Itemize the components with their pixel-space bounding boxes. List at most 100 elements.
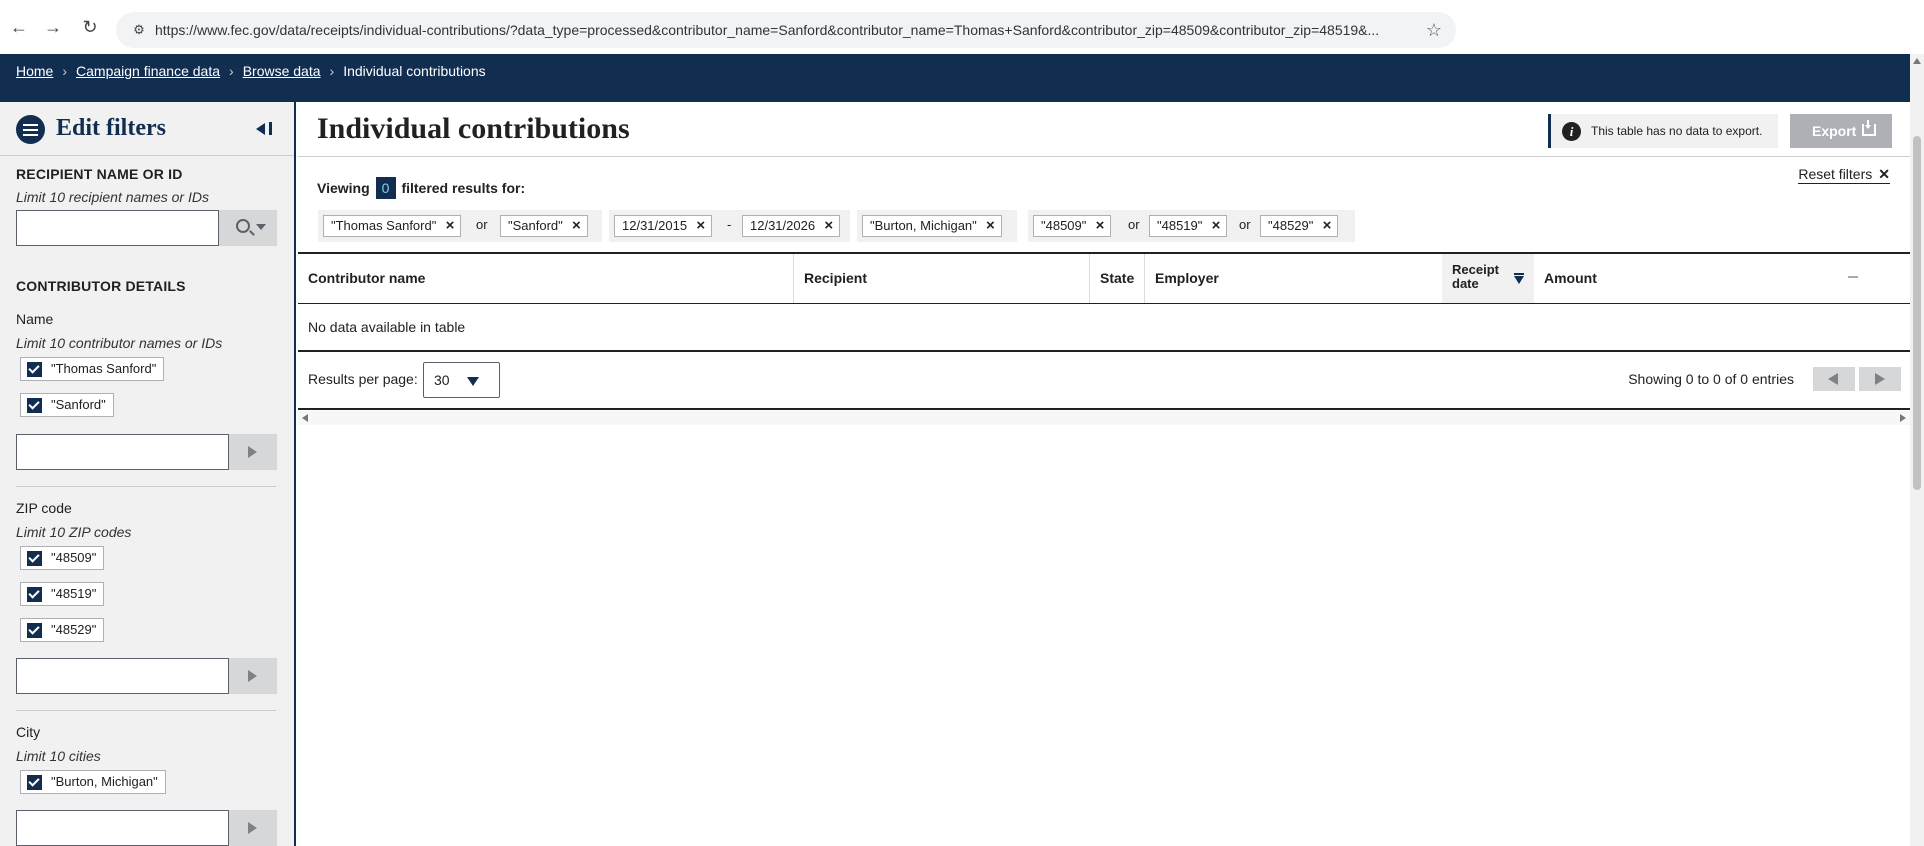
reload-icon[interactable]: ↻	[79, 16, 101, 38]
joiner-dash: -	[727, 217, 732, 232]
zip-code-submit-button[interactable]	[229, 658, 277, 694]
address-bar[interactable]: ⚙ https://www.fec.gov/data/receipts/indi…	[116, 12, 1456, 48]
url-text[interactable]: https://www.fec.gov/data/receipts/indivi…	[155, 22, 1405, 38]
checkbox-zip-48529[interactable]: "48529"	[20, 618, 105, 642]
joiner-or: or	[1128, 217, 1140, 232]
remove-tag-icon[interactable]: ×	[1323, 216, 1332, 236]
contributor-details-heading: CONTRIBUTOR DETAILS	[16, 278, 186, 294]
column-header-state[interactable]: State	[1090, 254, 1144, 303]
remove-tag-icon[interactable]: ×	[446, 216, 455, 236]
checkbox-label: "Sanford"	[51, 397, 106, 412]
filter-tag-label: "48529"	[1268, 218, 1314, 233]
scroll-right-arrow-icon[interactable]	[1900, 414, 1906, 422]
checkbox-checked-icon[interactable]	[27, 551, 42, 566]
breadcrumb-current: Individual contributions	[343, 63, 486, 79]
checkbox-checked-icon[interactable]	[27, 398, 42, 413]
viewing-summary: Viewing 0 filtered results for:	[317, 177, 525, 199]
remove-tag-icon[interactable]: ×	[824, 216, 833, 236]
recipient-search-button[interactable]	[219, 210, 277, 246]
contributor-name-hint: Limit 10 contributor names or IDs	[16, 335, 223, 351]
remove-tag-icon[interactable]: ×	[1096, 216, 1105, 236]
forward-arrow-icon[interactable]: →	[42, 16, 64, 38]
breadcrumb-separator-icon: ›	[62, 63, 68, 79]
info-icon: i	[1562, 122, 1581, 141]
empty-table-message: No data available in table	[308, 319, 466, 335]
recipient-search-input[interactable]	[16, 210, 219, 246]
export-button[interactable]: Export	[1790, 114, 1892, 148]
remove-tag-icon[interactable]: ×	[1212, 216, 1221, 236]
collapse-sidebar-icon[interactable]	[254, 120, 272, 138]
column-header-employer[interactable]: Employer	[1145, 254, 1442, 303]
filter-tag-label: "48519"	[1157, 218, 1203, 233]
collapse-column-icon[interactable]	[1848, 276, 1858, 278]
column-header-label: State	[1100, 270, 1135, 286]
scroll-left-arrow-icon[interactable]	[302, 414, 308, 422]
filter-tag[interactable]: "48509" ×	[1033, 215, 1112, 237]
breadcrumb: Home › Campaign finance data › Browse data › I…	[16, 63, 486, 79]
city-submit-button[interactable]	[229, 810, 277, 846]
column-header-label: Amount	[1544, 270, 1597, 286]
filter-tag-label: "Burton, Michigan"	[870, 218, 977, 233]
back-arrow-icon[interactable]: ←	[8, 16, 30, 38]
filter-tag-label: "Sanford"	[508, 218, 563, 233]
divider	[298, 408, 1910, 410]
page-scrollbar[interactable]	[1910, 54, 1924, 846]
previous-page-button[interactable]	[1813, 367, 1855, 391]
export-message: i This table has no data to export.	[1548, 114, 1778, 148]
remove-tag-icon[interactable]: ×	[696, 216, 705, 236]
joiner-or: or	[476, 217, 488, 232]
city-input[interactable]	[16, 810, 229, 846]
divider	[16, 486, 276, 487]
checkbox-checked-icon[interactable]	[27, 775, 42, 790]
column-header-contributor-name[interactable]: Contributor name	[298, 254, 793, 303]
results-per-page-select[interactable]: 30	[423, 362, 500, 398]
column-header-label: Employer	[1155, 270, 1219, 286]
scrollbar-thumb[interactable]	[1913, 136, 1921, 490]
remove-tag-icon[interactable]: ×	[572, 216, 581, 236]
breadcrumb-home[interactable]: Home	[16, 63, 53, 79]
filter-tag[interactable]: 12/31/2015 ×	[614, 215, 713, 237]
breadcrumb-bar: Home › Campaign finance data › Browse data › I…	[0, 54, 1910, 102]
breadcrumb-browse-data[interactable]: Browse data	[243, 63, 321, 79]
divider	[298, 303, 1910, 304]
remove-tag-icon[interactable]: ×	[986, 216, 995, 236]
column-header-amount[interactable]: Amount	[1534, 254, 1910, 303]
checkbox-sanford[interactable]: "Sanford"	[20, 393, 114, 417]
contributor-name-input[interactable]	[16, 434, 229, 470]
column-header-recipient[interactable]: Recipient	[794, 254, 1089, 303]
next-page-button[interactable]	[1859, 367, 1901, 391]
checkbox-checked-icon[interactable]	[27, 587, 42, 602]
filter-tag-label: "Thomas Sanford"	[331, 218, 437, 233]
column-header-receipt-date[interactable]: Receipt date	[1442, 254, 1534, 303]
filter-tag-label: "48509"	[1041, 218, 1087, 233]
zip-code-label: ZIP code	[16, 500, 72, 516]
search-icon	[236, 219, 250, 233]
checkbox-thomas-sanford[interactable]: "Thomas Sanford"	[20, 357, 165, 381]
checkbox-burton-michigan[interactable]: "Burton, Michigan"	[20, 770, 166, 794]
scroll-up-arrow-icon[interactable]	[1913, 58, 1921, 64]
filter-tag[interactable]: "48519" ×	[1149, 215, 1228, 237]
checkbox-label: "48519"	[51, 586, 97, 601]
breadcrumb-campaign-finance-data[interactable]: Campaign finance data	[76, 63, 220, 79]
filter-icon	[16, 115, 45, 144]
joiner-or: or	[1239, 217, 1251, 232]
filter-tag[interactable]: 12/31/2026 ×	[742, 215, 841, 237]
checkbox-zip-48509[interactable]: "48509"	[20, 546, 105, 570]
bookmark-star-icon[interactable]: ☆	[1426, 20, 1442, 40]
contributor-name-submit-button[interactable]	[229, 434, 277, 470]
checkbox-checked-icon[interactable]	[27, 362, 42, 377]
checkbox-checked-icon[interactable]	[27, 623, 42, 638]
results-per-page-value: 30	[434, 372, 450, 388]
filter-tag[interactable]: "Burton, Michigan" ×	[862, 215, 1002, 237]
breadcrumb-separator-icon: ›	[329, 63, 335, 79]
horizontal-scrollbar[interactable]	[298, 411, 1910, 425]
reset-filters-link[interactable]: Reset filters ✕	[1798, 166, 1890, 184]
filter-tag[interactable]: "Thomas Sanford" ×	[323, 215, 462, 237]
breadcrumb-separator-icon: ›	[229, 63, 234, 79]
page-title: Individual contributions	[317, 112, 630, 145]
zip-code-input[interactable]	[16, 658, 229, 694]
site-settings-icon[interactable]: ⚙	[130, 21, 148, 39]
filter-tag[interactable]: "Sanford" ×	[500, 215, 588, 237]
filter-tag[interactable]: "48529" ×	[1260, 215, 1339, 237]
checkbox-zip-48519[interactable]: "48519"	[20, 582, 105, 606]
